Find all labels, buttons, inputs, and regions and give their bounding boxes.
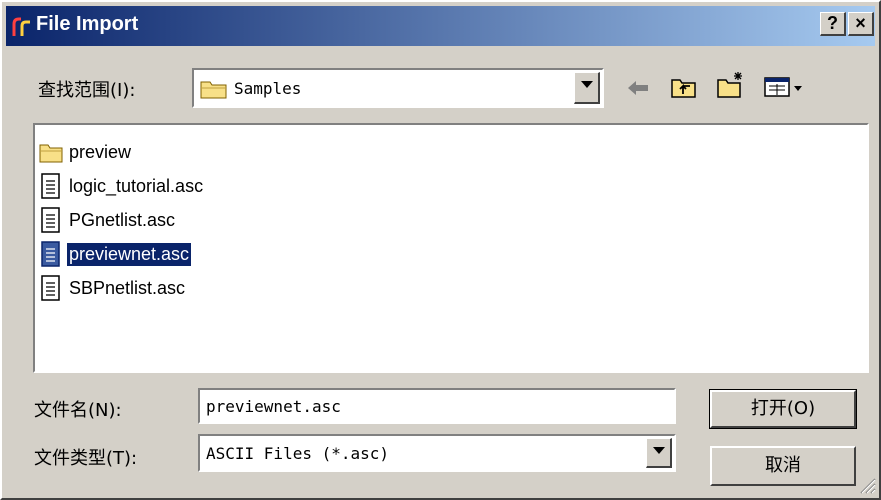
file-name: SBPnetlist.asc <box>69 277 186 298</box>
folder-icon <box>39 144 63 163</box>
filetype-dropdown-button[interactable] <box>646 438 672 468</box>
document-icon <box>41 275 60 301</box>
up-folder-icon[interactable] <box>670 74 698 100</box>
document-icon <box>41 173 60 199</box>
app-icon <box>12 17 30 36</box>
help-button[interactable]: ? <box>820 12 846 36</box>
close-button[interactable]: × <box>848 12 874 36</box>
chevron-down-icon <box>581 81 593 88</box>
lookin-dropdown-button[interactable] <box>574 72 600 104</box>
filetype-label: 文件类型(T): <box>34 448 138 469</box>
file-name: previewnet.asc <box>65 241 193 267</box>
lookin-dropdown[interactable]: Samples <box>192 68 604 108</box>
filetype-dropdown[interactable]: ASCII Files (*.asc) <box>198 434 676 472</box>
list-item-file-selected[interactable]: previewnet.asc <box>39 239 193 269</box>
new-folder-icon[interactable] <box>716 70 746 100</box>
filename-value: previewnet.asc <box>206 397 341 416</box>
resize-grip-icon[interactable] <box>858 476 876 494</box>
cancel-button[interactable]: 取消 <box>710 446 856 486</box>
file-name: preview <box>69 141 132 162</box>
back-arrow-icon[interactable] <box>626 78 652 98</box>
file-name: logic_tutorial.asc <box>69 175 204 196</box>
title-bar[interactable]: File Import ? × <box>6 6 875 46</box>
lookin-label: 查找范围(I): <box>38 80 136 101</box>
file-list[interactable]: preview logic_tutorial.asc PGnetlist.asc… <box>33 123 869 373</box>
file-name: PGnetlist.asc <box>69 209 176 230</box>
view-menu-icon[interactable] <box>764 76 804 98</box>
document-icon <box>41 241 60 267</box>
chevron-down-icon <box>653 447 665 454</box>
filename-input[interactable]: previewnet.asc <box>198 388 676 424</box>
list-item-file[interactable]: PGnetlist.asc <box>39 205 177 235</box>
filename-label: 文件名(N): <box>34 400 122 421</box>
window-title: File Import <box>36 13 139 35</box>
document-icon <box>41 207 60 233</box>
list-item-folder-preview[interactable]: preview <box>39 137 133 167</box>
lookin-value: Samples <box>234 79 302 98</box>
folder-icon <box>200 81 227 99</box>
filetype-value: ASCII Files (*.asc) <box>206 444 390 463</box>
list-item-file[interactable]: logic_tutorial.asc <box>39 171 205 201</box>
file-import-dialog: File Import ? × 查找范围(I): Samples preview… <box>0 0 881 500</box>
list-item-file[interactable]: SBPnetlist.asc <box>39 273 187 303</box>
open-button[interactable]: 打开(O) <box>709 389 857 429</box>
